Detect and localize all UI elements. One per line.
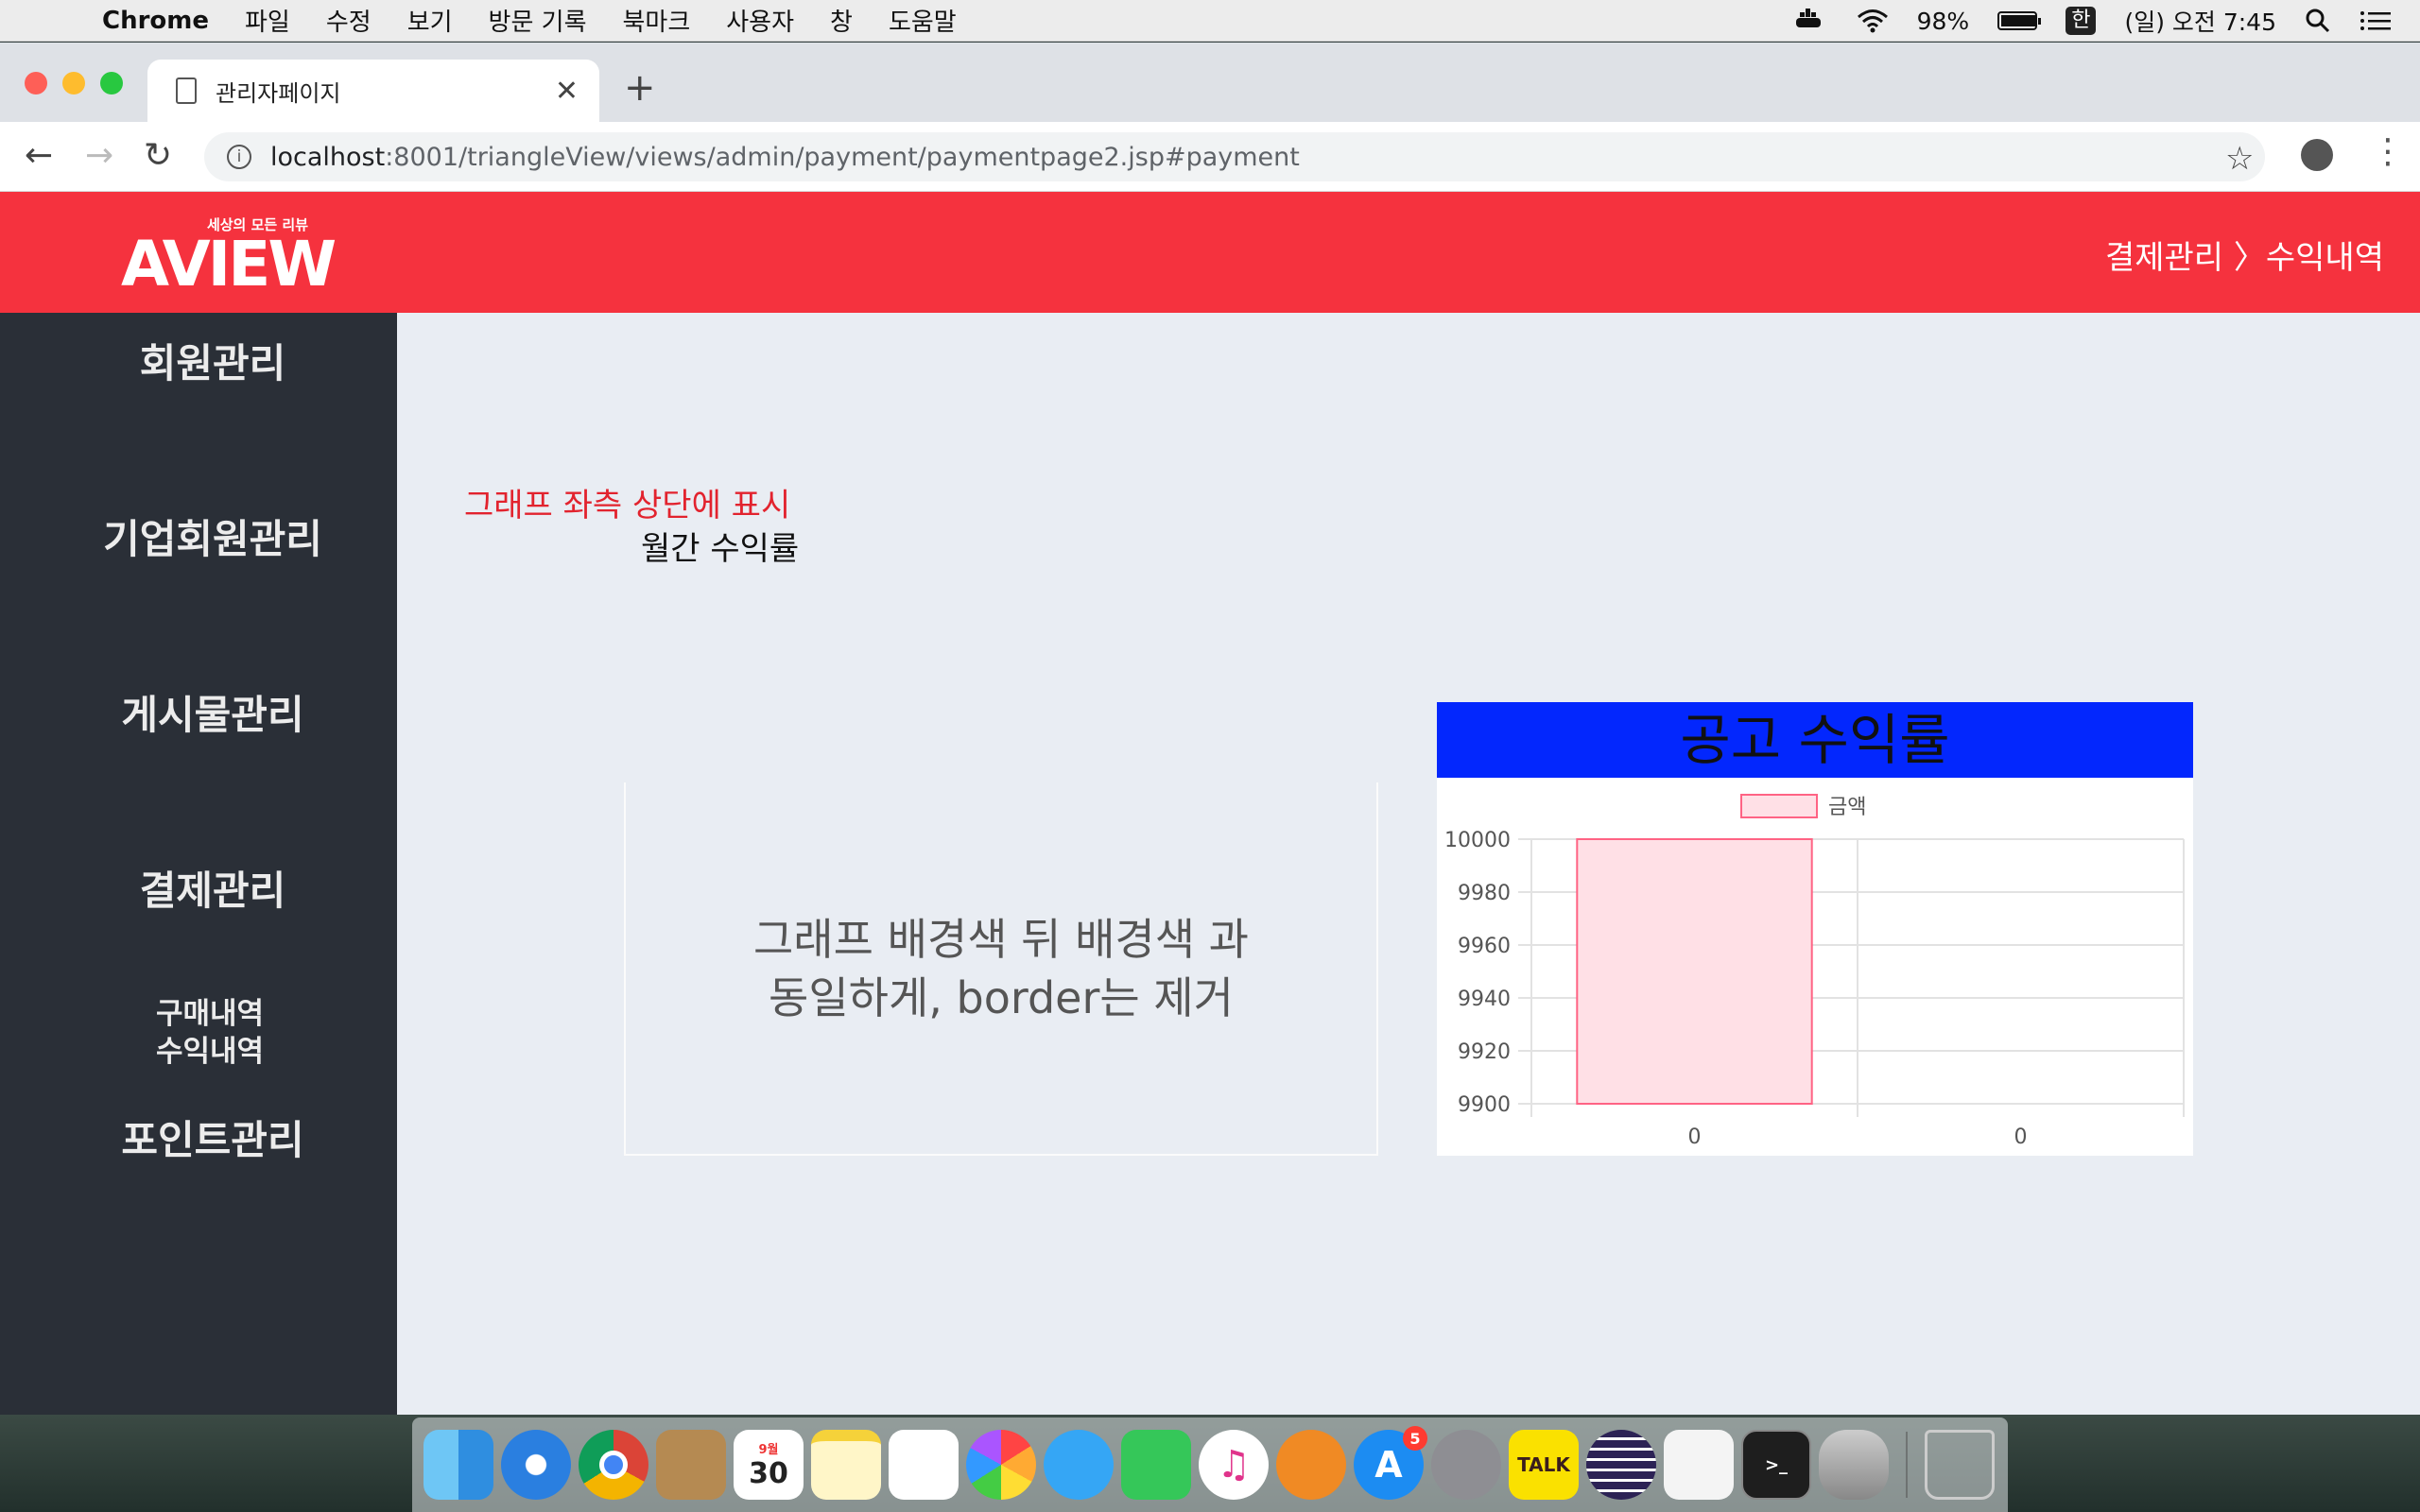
- menubar-item-file[interactable]: 파일: [245, 3, 290, 38]
- window-zoom-button[interactable]: [100, 72, 123, 94]
- facetime-icon[interactable]: [1121, 1430, 1191, 1500]
- page-document-icon: [176, 77, 197, 104]
- menubar-item-people[interactable]: 사용자: [726, 3, 794, 38]
- y-tick-label: 9920: [1458, 1040, 1511, 1064]
- back-arrow-icon[interactable]: ←: [25, 136, 53, 175]
- mac-dock: 9월 30 ♫ A5 TALK >_: [412, 1418, 2008, 1512]
- sidebar-item-payments[interactable]: 결제관리: [0, 859, 425, 917]
- tab-close-icon[interactable]: ✕: [555, 75, 579, 108]
- site-info-icon[interactable]: i: [227, 145, 251, 169]
- textedit-icon[interactable]: [1664, 1430, 1734, 1500]
- calendar-month: 9월: [758, 1443, 779, 1457]
- sidebar-subitem-revenue[interactable]: 수익내역: [0, 1033, 420, 1071]
- site-header: 세상의 모든 리뷰 AVIEW 결제관리 〉수익내역: [0, 192, 2420, 313]
- menubar-item-window[interactable]: 창: [830, 3, 853, 38]
- legend-swatch: [1740, 794, 1818, 818]
- new-tab-button[interactable]: +: [624, 66, 656, 110]
- safari-icon[interactable]: [501, 1430, 571, 1500]
- x-tick-label: 0: [2014, 1125, 2028, 1149]
- chrome-icon[interactable]: [579, 1430, 648, 1500]
- ad-revenue-chart-card: 공고 수익률 금액 10000 9980 9960 9940 9920 9900 0 0: [1437, 702, 2193, 1156]
- kakaotalk-label: TALK: [1517, 1453, 1570, 1476]
- itunes-icon[interactable]: ♫: [1199, 1430, 1269, 1500]
- y-tick-label: 9940: [1458, 988, 1511, 1011]
- terminal-icon[interactable]: >_: [1741, 1430, 1811, 1500]
- battery-level-fill: [2001, 15, 2037, 26]
- logo-wordmark: AVIEW: [121, 228, 337, 301]
- sidebar-subitem-purchases[interactable]: 구매내역: [0, 995, 420, 1033]
- browser-tab-active[interactable]: 관리자페이지 ✕: [147, 60, 599, 122]
- docker-icon[interactable]: [1794, 9, 1828, 33]
- sidebar-item-points[interactable]: 포인트관리: [0, 1108, 425, 1166]
- system-preferences-icon[interactable]: [1431, 1430, 1501, 1500]
- address-bar[interactable]: i localhost:8001/triangleView/views/admi…: [204, 132, 2265, 181]
- menubar-app-name[interactable]: Chrome: [102, 7, 209, 35]
- admin-sidebar: 회원관리 기업회원관리 게시물관리 결제관리 구매내역 수익내역 포인트관리: [0, 313, 397, 1415]
- monthly-chart-placeholder: 그래프 배경색 뒤 배경색 과 동일하게, border는 제거: [624, 782, 1378, 1156]
- notes-icon[interactable]: [811, 1430, 881, 1500]
- menubar-clock[interactable]: (일) 오전 7:45: [2124, 4, 2276, 38]
- ad-revenue-bar-chart: 금액 10000 9980 9960 9940 9920 9900 0 0: [1444, 794, 2185, 1149]
- aview-logo[interactable]: 세상의 모든 리뷰 AVIEW: [121, 215, 337, 301]
- url-host: localhost: [270, 142, 386, 172]
- finder-icon[interactable]: [424, 1430, 493, 1500]
- battery-percent: 98%: [1916, 7, 1970, 35]
- appstore-badge: 5: [1403, 1426, 1427, 1451]
- database-icon[interactable]: [1819, 1430, 1889, 1500]
- y-tick-label: 10000: [1444, 829, 1511, 852]
- bar: [1576, 838, 1813, 1105]
- url-path: :8001/triangleView/views/admin/payment/p…: [385, 142, 1300, 172]
- mac-menubar: Chrome 파일 수정 보기 방문 기록 북마크 사용자 창 도움말 98% …: [0, 0, 2420, 42]
- wifi-icon[interactable]: [1857, 9, 1889, 33]
- dock-separator: [1906, 1432, 1908, 1498]
- y-tick-label: 9980: [1458, 882, 1511, 905]
- y-tick-label: 9960: [1458, 935, 1511, 958]
- menubar-status-area: 98% 한 (일) 오전 7:45: [1794, 0, 2392, 42]
- reminders-icon[interactable]: [889, 1430, 959, 1500]
- menubar-item-edit[interactable]: 수정: [326, 3, 372, 38]
- photos-icon[interactable]: [966, 1430, 1036, 1500]
- eclipse-icon[interactable]: [1586, 1430, 1656, 1500]
- tab-title: 관리자페이지: [216, 79, 341, 107]
- chrome-menu-icon[interactable]: ⋮: [2371, 132, 2405, 171]
- y-tick-label: 9900: [1458, 1093, 1511, 1117]
- reload-icon[interactable]: ↻: [144, 136, 172, 175]
- sidebar-item-members[interactable]: 회원관리: [0, 332, 425, 389]
- calendar-icon[interactable]: 9월 30: [734, 1430, 804, 1500]
- web-page: 세상의 모든 리뷰 AVIEW 결제관리 〉수익내역 회원관리 기업회원관리 게…: [0, 192, 2420, 1415]
- placeholder-text: 그래프 배경색 뒤 배경색 과 동일하게, border는 제거: [752, 913, 1249, 1023]
- menubar-item-history[interactable]: 방문 기록: [489, 3, 587, 38]
- books-icon[interactable]: [1276, 1430, 1346, 1500]
- menubar-item-bookmarks[interactable]: 북마크: [623, 3, 691, 38]
- forward-arrow-icon[interactable]: →: [85, 136, 113, 175]
- sidebar-item-posts[interactable]: 게시물관리: [0, 683, 425, 741]
- menubar-item-view[interactable]: 보기: [407, 3, 453, 38]
- sidebar-item-corporate-members[interactable]: 기업회원관리: [0, 507, 425, 565]
- battery-icon[interactable]: [1997, 11, 2042, 30]
- chart-title: 공고 수익률: [1437, 702, 2193, 778]
- menubar-item-help[interactable]: 도움말: [889, 3, 957, 38]
- layout-note: 그래프 좌측 상단에 표시: [464, 487, 791, 524]
- messages-icon[interactable]: [1044, 1430, 1114, 1500]
- contacts-icon[interactable]: [656, 1430, 726, 1500]
- monthly-revenue-label: 월간 수익률: [641, 530, 800, 568]
- profile-avatar-icon[interactable]: [2301, 139, 2333, 171]
- trash-icon[interactable]: [1925, 1430, 1995, 1500]
- breadcrumb: 결제관리 〉수익내역: [2104, 239, 2384, 277]
- appstore-icon[interactable]: A5: [1354, 1426, 1427, 1500]
- window-minimize-button[interactable]: [62, 72, 85, 94]
- spotlight-search-icon[interactable]: [2305, 8, 2331, 34]
- legend-label: 금액: [1828, 796, 1866, 819]
- bookmark-star-icon[interactable]: ☆: [2225, 140, 2254, 178]
- x-tick-label: 0: [1688, 1125, 1702, 1149]
- input-method-indicator[interactable]: 한: [2066, 7, 2097, 35]
- calendar-day: 30: [749, 1457, 788, 1490]
- kakaotalk-icon[interactable]: TALK: [1509, 1430, 1579, 1500]
- window-close-button[interactable]: [25, 72, 47, 94]
- notification-center-icon[interactable]: [2360, 9, 2392, 32]
